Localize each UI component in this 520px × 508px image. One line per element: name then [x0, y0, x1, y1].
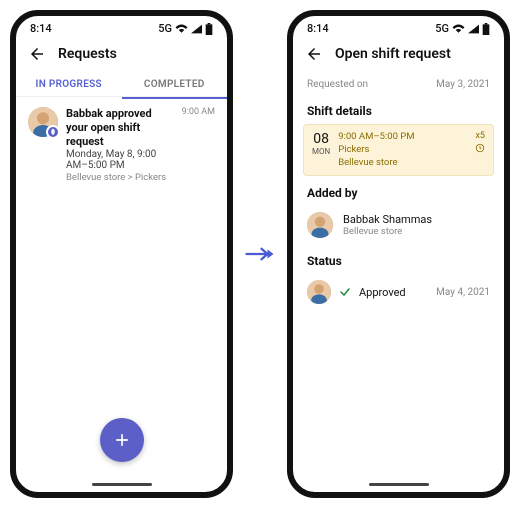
- shift-side: x5: [475, 131, 485, 169]
- header: Requests: [16, 37, 227, 71]
- added-by-row[interactable]: Babbak Shammas Bellevue store: [293, 206, 504, 244]
- phone-left: 8:14 5G Requests IN PROGRESS COMPLETED: [10, 10, 233, 498]
- wifi-icon: [175, 24, 188, 34]
- shift-day-number: 08: [312, 131, 330, 147]
- tab-completed[interactable]: COMPLETED: [122, 71, 228, 96]
- battery-icon: [482, 23, 490, 35]
- header: Open shift request: [293, 37, 504, 71]
- avatar: [28, 107, 58, 137]
- status-icons: 5G: [158, 22, 213, 35]
- avatar-face-icon: [307, 280, 331, 304]
- status-left: Approved: [307, 280, 406, 304]
- shift-badge-icon: [46, 125, 60, 139]
- tabs: IN PROGRESS COMPLETED: [16, 71, 227, 97]
- clock: 8:14: [30, 22, 52, 35]
- phone-right: 8:14 5G Open shift request Requested on …: [287, 10, 510, 498]
- requested-label: Requested on: [307, 79, 368, 90]
- status-title: Status: [293, 244, 504, 274]
- avatar: [307, 212, 333, 238]
- add-button[interactable]: [100, 418, 144, 462]
- person-sub: Bellevue store: [343, 226, 432, 237]
- status-text: Approved: [359, 286, 406, 299]
- request-body: Babbak approved your open shift request …: [66, 107, 174, 183]
- check-icon: [339, 286, 351, 298]
- shift-count: x5: [475, 131, 485, 141]
- network-type: 5G: [435, 22, 449, 35]
- page-title: Open shift request: [335, 46, 451, 62]
- signal-icon: [468, 24, 479, 34]
- home-indicator[interactable]: [369, 483, 429, 486]
- arrow-icon: [245, 245, 275, 263]
- signal-icon: [191, 24, 202, 34]
- status-bar: 8:14 5G: [16, 16, 227, 37]
- shift-day-name: MON: [312, 147, 330, 156]
- request-meta: Bellevue store > Pickers: [66, 172, 174, 183]
- plus-icon: [112, 430, 132, 450]
- requested-date: May 3, 2021: [436, 79, 490, 90]
- avatar: [307, 280, 331, 304]
- shift-group: Pickers: [338, 144, 467, 157]
- shift-card[interactable]: 08 MON 9:00 AM–5:00 PM Pickers Bellevue …: [303, 124, 494, 176]
- person-body: Babbak Shammas Bellevue store: [343, 213, 432, 237]
- request-subtitle: Monday, May 8, 9:00 AM–5:00 PM: [66, 149, 174, 171]
- back-icon[interactable]: [28, 45, 46, 63]
- home-indicator[interactable]: [92, 483, 152, 486]
- page-title: Requests: [58, 46, 117, 62]
- tab-in-progress[interactable]: IN PROGRESS: [16, 71, 122, 96]
- request-time: 9:00 AM: [182, 107, 215, 183]
- shift-store: Bellevue store: [338, 157, 467, 170]
- status-date: May 4, 2021: [436, 287, 490, 298]
- wifi-icon: [452, 24, 465, 34]
- network-type: 5G: [158, 22, 172, 35]
- clock-icon: [475, 143, 485, 153]
- requested-row: Requested on May 3, 2021: [293, 71, 504, 94]
- status-icons: 5G: [435, 22, 490, 35]
- added-by-title: Added by: [293, 176, 504, 206]
- shift-time: 9:00 AM–5:00 PM: [338, 131, 467, 144]
- clock: 8:14: [307, 22, 329, 35]
- status-bar: 8:14 5G: [293, 16, 504, 37]
- person-name: Babbak Shammas: [343, 213, 432, 226]
- avatar-face-icon: [307, 212, 333, 238]
- shift-info: 9:00 AM–5:00 PM Pickers Bellevue store: [338, 131, 467, 169]
- request-title: Babbak approved your open shift request: [66, 107, 174, 148]
- request-item[interactable]: Babbak approved your open shift request …: [16, 99, 227, 191]
- shift-date: 08 MON: [312, 131, 330, 169]
- battery-icon: [205, 23, 213, 35]
- shift-details-title: Shift details: [293, 94, 504, 124]
- status-row: Approved May 4, 2021: [293, 274, 504, 310]
- back-icon[interactable]: [305, 45, 323, 63]
